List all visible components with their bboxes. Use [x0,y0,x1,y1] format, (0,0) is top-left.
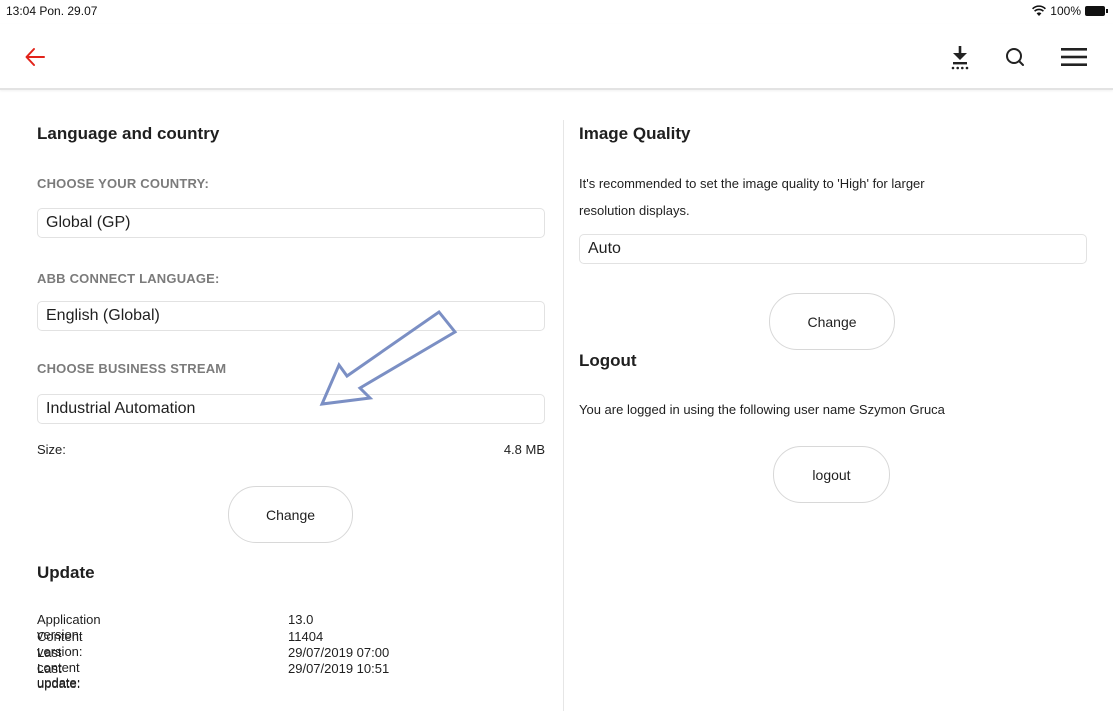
annotation-arrow-icon [319,309,458,406]
